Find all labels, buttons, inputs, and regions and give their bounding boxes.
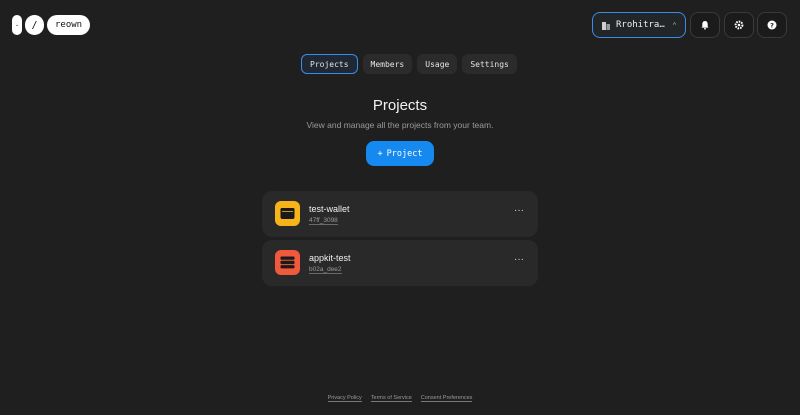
- project-id[interactable]: 47ff_3098: [309, 217, 338, 225]
- terms-of-service-link[interactable]: Terms of Service: [370, 395, 412, 402]
- building-icon: [602, 22, 610, 30]
- footer-links: Privacy Policy Terms of Service Consent …: [0, 395, 800, 402]
- new-project-label: Project: [386, 148, 423, 159]
- consent-preferences-link[interactable]: Consent Preferences: [420, 395, 473, 402]
- bell-icon: [701, 21, 709, 30]
- tab-usage[interactable]: Usage: [417, 54, 458, 74]
- tab-members[interactable]: Members: [362, 54, 413, 74]
- chevron-updown-icon: ⌃: [672, 20, 677, 30]
- brand-logo[interactable]: · / reown: [12, 15, 91, 35]
- layers-icon: [275, 250, 300, 275]
- more-options-icon[interactable]: ···: [514, 254, 524, 265]
- project-name: test-wallet: [309, 204, 350, 214]
- privacy-policy-link[interactable]: Privacy Policy: [327, 395, 362, 402]
- team-selector[interactable]: Rrohitra… ⌃: [592, 12, 686, 38]
- project-card[interactable]: test-wallet 47ff_3098 ···: [262, 191, 538, 237]
- svg-text:?: ?: [770, 21, 774, 29]
- tab-settings[interactable]: Settings: [462, 54, 517, 74]
- page-title: Projects: [372, 97, 428, 114]
- logo-slash: /: [25, 15, 44, 35]
- notifications-button[interactable]: [690, 12, 720, 38]
- plus-icon: +: [377, 148, 383, 159]
- new-project-button[interactable]: + Project: [366, 141, 434, 166]
- logo-text: reown: [47, 15, 91, 35]
- project-id[interactable]: b02a_dee2: [309, 266, 342, 274]
- gear-icon: [734, 20, 744, 30]
- tab-bar: Projects Members Usage Settings: [301, 54, 517, 74]
- project-card[interactable]: appkit-test b02a_dee2 ···: [262, 240, 538, 286]
- project-name: appkit-test: [309, 253, 351, 263]
- help-button[interactable]: ?: [757, 12, 787, 38]
- wallet-icon: [275, 201, 300, 226]
- page-subtitle: View and manage all the projects from yo…: [306, 120, 494, 130]
- more-options-icon[interactable]: ···: [514, 205, 524, 216]
- help-icon: ?: [767, 20, 777, 30]
- logo-dot: ·: [12, 15, 22, 35]
- team-name: Rrohitra…: [616, 20, 665, 30]
- settings-button[interactable]: [724, 12, 754, 38]
- tab-projects[interactable]: Projects: [301, 54, 358, 74]
